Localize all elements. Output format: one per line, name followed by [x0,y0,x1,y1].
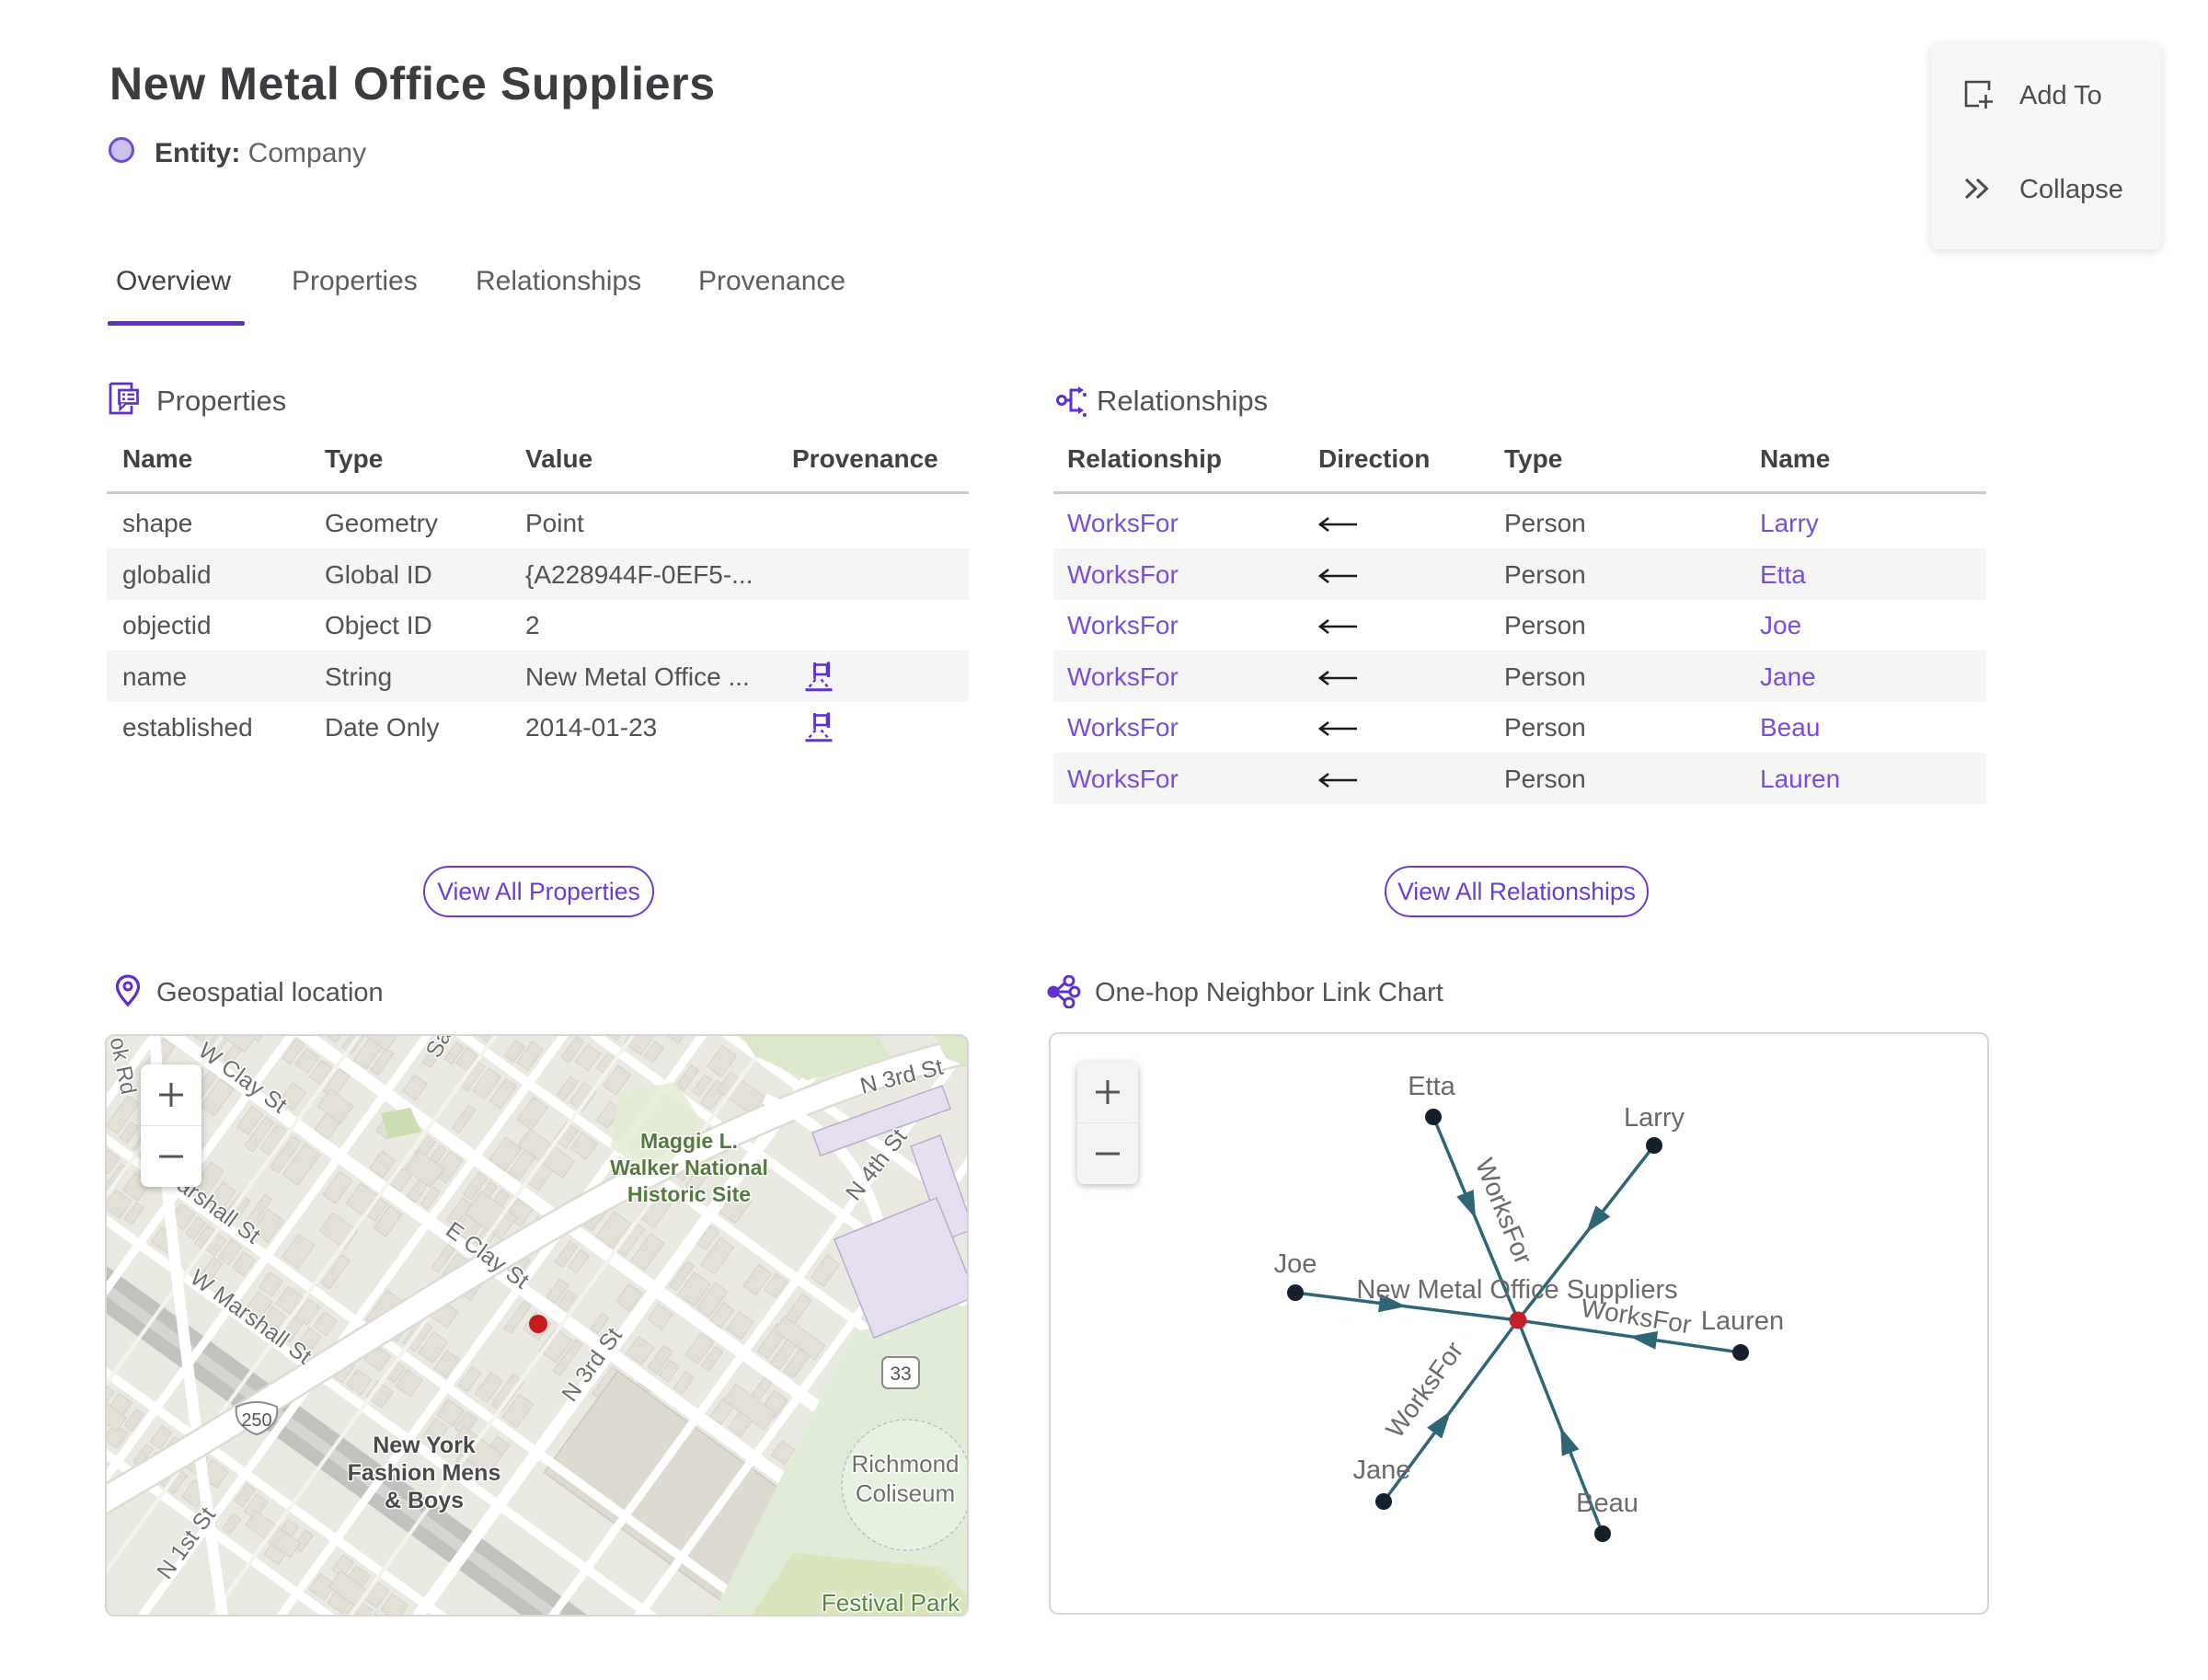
svg-text:Joe: Joe [1274,1249,1317,1279]
svg-text:33: 33 [890,1364,911,1385]
svg-text:Etta: Etta [1408,1072,1455,1101]
svg-text:& Boys: & Boys [385,1488,464,1513]
svg-text:Richmond: Richmond [851,1450,959,1478]
svg-text:Coliseum: Coliseum [856,1479,955,1507]
svg-text:WorksFor: WorksFor [1470,1155,1538,1269]
svg-text:Walker National: Walker National [610,1156,768,1179]
svg-text:250: 250 [241,1410,271,1431]
svg-text:Fashion Mens: Fashion Mens [348,1460,501,1486]
svg-text:Jane: Jane [1353,1456,1411,1485]
svg-text:Larry: Larry [1624,1103,1685,1133]
svg-text:Festival Park: Festival Park [822,1589,960,1617]
svg-text:Beau: Beau [1576,1489,1639,1518]
svg-text:Maggie L.: Maggie L. [640,1129,738,1153]
svg-text:New York: New York [373,1433,476,1458]
svg-text:WorksFor: WorksFor [1380,1336,1468,1443]
svg-text:Lauren: Lauren [1701,1306,1784,1336]
svg-text:Historic Site: Historic Site [627,1182,751,1206]
